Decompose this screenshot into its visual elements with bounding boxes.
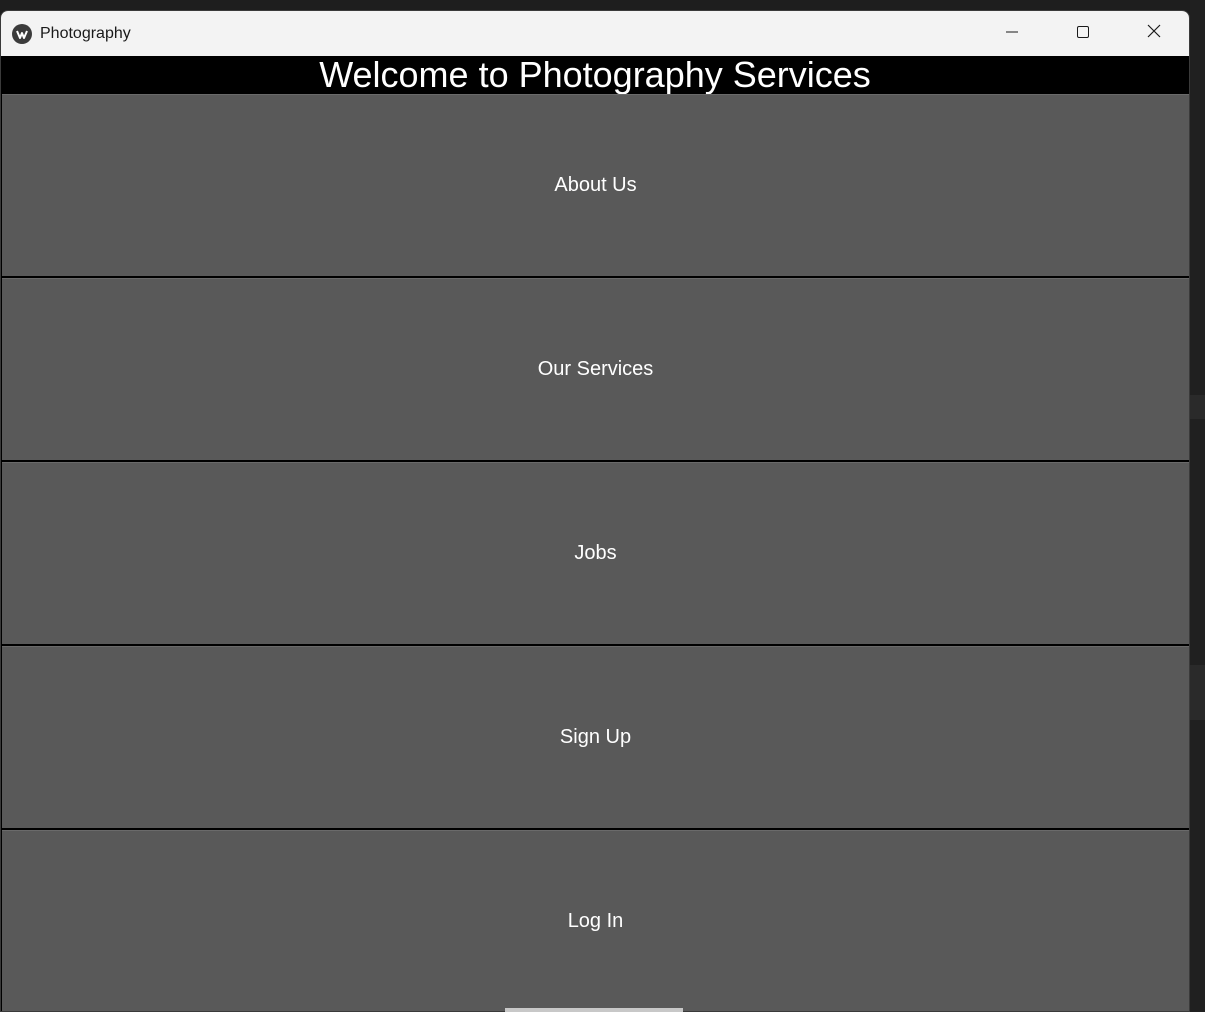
sign-up-button[interactable]: Sign Up	[2, 646, 1189, 828]
title-bar[interactable]: Photography	[1, 11, 1189, 56]
page-title: Welcome to Photography Services	[1, 56, 1189, 94]
log-in-button[interactable]: Log In	[2, 830, 1189, 1011]
close-icon	[1147, 24, 1161, 43]
background-band	[1190, 395, 1205, 419]
our-services-button[interactable]: Our Services	[2, 278, 1189, 460]
app-logo-icon	[12, 23, 32, 44]
minimize-button[interactable]	[976, 11, 1047, 56]
bottom-scroll-indicator[interactable]	[505, 1008, 683, 1012]
close-button[interactable]	[1118, 11, 1189, 56]
jobs-button[interactable]: Jobs	[2, 462, 1189, 644]
window-controls	[976, 11, 1189, 56]
background-band	[1190, 665, 1205, 720]
main-menu: About Us Our Services Jobs Sign Up Log I…	[2, 94, 1189, 1011]
app-window: Photography Welcome to Photography Servi…	[0, 10, 1190, 1012]
maximize-button[interactable]	[1047, 11, 1118, 56]
window-title: Photography	[40, 24, 131, 42]
minimize-icon	[1005, 25, 1018, 43]
background-editor-strip	[1190, 0, 1205, 1012]
maximize-icon	[1076, 25, 1089, 43]
about-us-button[interactable]: About Us	[2, 94, 1189, 276]
